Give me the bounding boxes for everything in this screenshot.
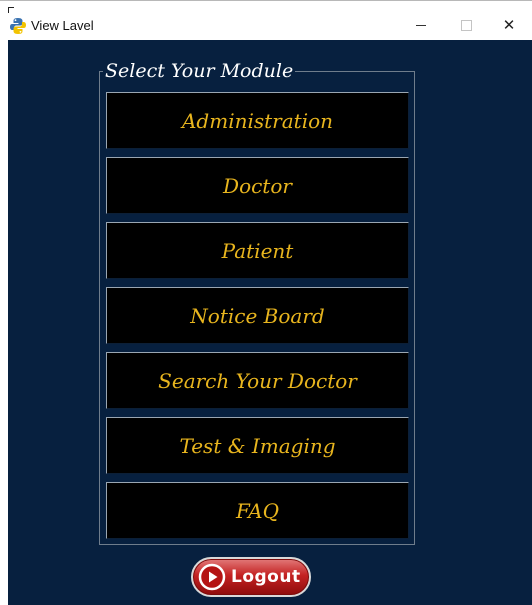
test-imaging-button[interactable]: Test & Imaging	[106, 417, 409, 474]
module-selection-frame: Select Your Module Administration Doctor…	[99, 58, 415, 545]
window-title: View Lavel	[31, 18, 94, 33]
search-your-doctor-button[interactable]: Search Your Doctor	[106, 352, 409, 409]
maximize-button[interactable]	[443, 10, 489, 40]
close-button[interactable]: ✕	[486, 10, 532, 40]
module-frame-legend: Select Your Module	[103, 58, 296, 84]
notice-board-button[interactable]: Notice Board	[106, 287, 409, 344]
faq-button[interactable]: FAQ	[106, 482, 409, 539]
play-circle-icon	[198, 563, 226, 591]
window-corner-mark	[8, 7, 14, 13]
maximize-icon	[460, 19, 472, 31]
minimize-button[interactable]	[398, 10, 444, 40]
administration-button[interactable]: Administration	[106, 92, 409, 149]
logout-label: Logout	[231, 567, 301, 587]
window-titlebar[interactable]: View Lavel ✕	[0, 0, 532, 40]
patient-button[interactable]: Patient	[106, 222, 409, 279]
doctor-button[interactable]: Doctor	[106, 157, 409, 214]
close-icon: ✕	[502, 16, 516, 34]
app-canvas: Select Your Module Administration Doctor…	[8, 40, 532, 605]
minimize-icon	[416, 24, 426, 26]
logout-button[interactable]: Logout	[191, 557, 311, 597]
python-icon	[10, 18, 26, 34]
